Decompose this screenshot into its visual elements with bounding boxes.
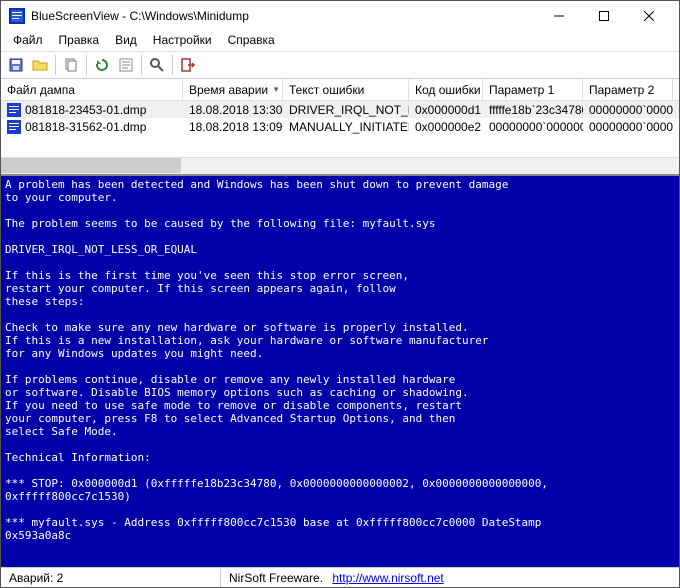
cell-time: 18.08.2018 13:09:52 <box>183 119 283 135</box>
col-param2[interactable]: Параметр 2 <box>583 79 673 100</box>
status-crash-count: Аварий: 2 <box>1 569 221 587</box>
folder-icon[interactable] <box>29 54 51 76</box>
close-button[interactable] <box>626 2 671 30</box>
find-icon[interactable] <box>146 54 168 76</box>
toolbar-separator <box>141 55 142 75</box>
cell-text: MANUALLY_INITIATED_... <box>283 119 409 135</box>
menu-help[interactable]: Справка <box>220 31 283 51</box>
window-controls <box>536 2 671 30</box>
dump-file-icon <box>7 103 21 117</box>
col-dumpfile[interactable]: Файл дампа <box>1 79 183 100</box>
cell-p1: 00000000`000000 <box>483 119 583 135</box>
bsod-preview: A problem has been detected and Windows … <box>1 174 679 567</box>
statusbar: Аварий: 2 NirSoft Freeware. http://www.n… <box>1 567 679 587</box>
cell-p2: 00000000`000000 <box>583 119 673 135</box>
refresh-icon[interactable] <box>91 54 113 76</box>
table-row[interactable]: 081818-23453-01.dmp 18.08.2018 13:30:56 … <box>1 101 679 118</box>
cell-p2: 00000000`000000 <box>583 102 673 118</box>
cell-file: 081818-23453-01.dmp <box>25 103 146 117</box>
list-header: Файл дампа Время аварии▼ Текст ошибки Ко… <box>1 79 679 101</box>
menu-edit[interactable]: Правка <box>51 31 108 51</box>
cell-time: 18.08.2018 13:30:56 <box>183 102 283 118</box>
titlebar: BlueScreenView - C:\Windows\Minidump <box>1 1 679 31</box>
table-row[interactable]: 081818-31562-01.dmp 18.08.2018 13:09:52 … <box>1 118 679 135</box>
menu-view[interactable]: Вид <box>107 31 145 51</box>
menu-options[interactable]: Настройки <box>145 31 220 51</box>
sort-desc-icon: ▼ <box>272 85 280 94</box>
toolbar-separator <box>172 55 173 75</box>
cell-text: DRIVER_IRQL_NOT_LESS... <box>283 102 409 118</box>
menubar: Файл Правка Вид Настройки Справка <box>1 31 679 51</box>
dump-file-icon <box>7 120 21 134</box>
scrollbar-thumb[interactable] <box>1 158 181 173</box>
dump-list: 081818-23453-01.dmp 18.08.2018 13:30:56 … <box>1 101 679 157</box>
cell-code: 0x000000e2 <box>409 119 483 135</box>
maximize-button[interactable] <box>581 2 626 30</box>
minimize-button[interactable] <box>536 2 581 30</box>
col-bugcode[interactable]: Код ошибки <box>409 79 483 100</box>
col-bugcheck[interactable]: Текст ошибки <box>283 79 409 100</box>
properties-icon[interactable] <box>115 54 137 76</box>
status-vendor: NirSoft Freeware. <box>229 571 323 585</box>
horizontal-scrollbar[interactable] <box>1 157 679 174</box>
copy-icon[interactable] <box>60 54 82 76</box>
cell-p1: fffffe18b`23c34780 <box>483 102 583 118</box>
col-crashtime[interactable]: Время аварии▼ <box>183 79 283 100</box>
window-title: BlueScreenView - C:\Windows\Minidump <box>31 9 536 23</box>
toolbar-separator <box>55 55 56 75</box>
col-param1[interactable]: Параметр 1 <box>483 79 583 100</box>
vendor-link[interactable]: http://www.nirsoft.net <box>332 571 443 585</box>
cell-code: 0x000000d1 <box>409 102 483 118</box>
app-icon <box>9 8 25 24</box>
toolbar-separator <box>86 55 87 75</box>
exit-icon[interactable] <box>177 54 199 76</box>
toolbar <box>1 51 679 79</box>
save-icon[interactable] <box>5 54 27 76</box>
cell-file: 081818-31562-01.dmp <box>25 120 146 134</box>
menu-file[interactable]: Файл <box>5 31 51 51</box>
